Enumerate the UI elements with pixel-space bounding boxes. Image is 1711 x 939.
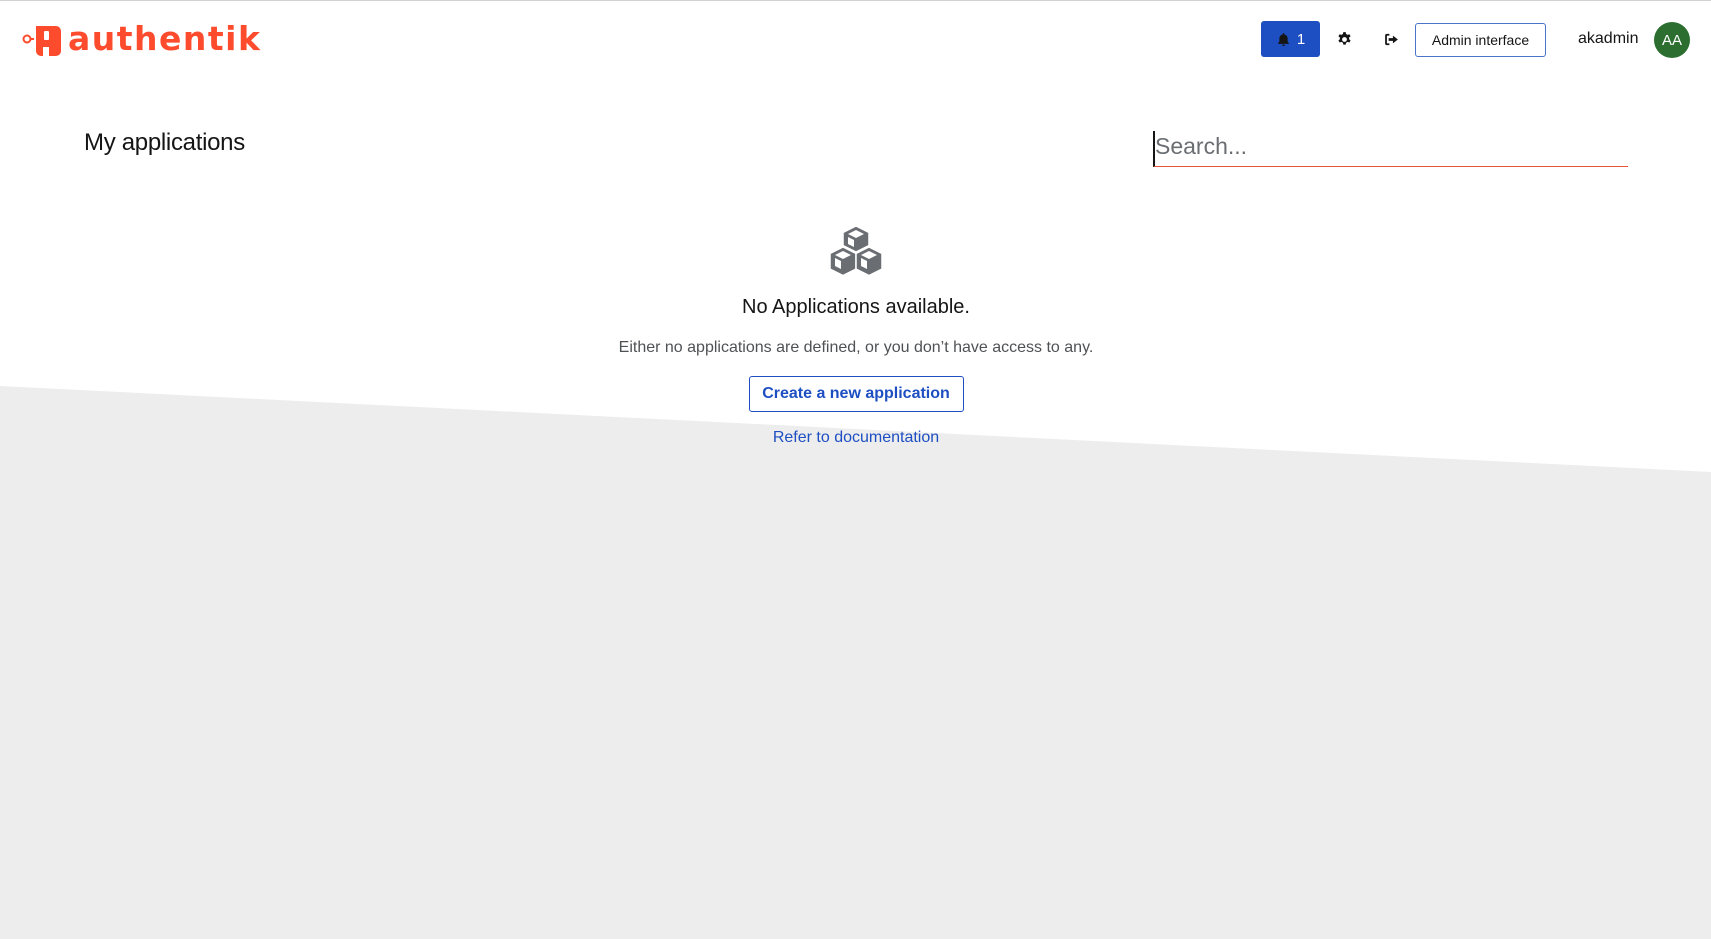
admin-interface-button[interactable]: Admin interface <box>1415 23 1546 57</box>
page-title: My applications <box>84 129 245 156</box>
cubes-icon <box>829 225 883 277</box>
settings-button[interactable] <box>1332 27 1356 51</box>
logout-button[interactable] <box>1379 27 1403 51</box>
username-label: akadmin <box>1578 30 1639 47</box>
notifications-button[interactable]: 1 <box>1261 21 1320 57</box>
bell-icon <box>1277 32 1289 46</box>
empty-state-title: No Applications available. <box>742 296 970 318</box>
authentik-logo-icon <box>22 26 61 56</box>
sign-out-icon <box>1384 33 1398 45</box>
top-header: authentik 1 Admin interface akadmin AA <box>0 1 1711 79</box>
gear-icon <box>1337 31 1351 45</box>
documentation-link[interactable]: Refer to documentation <box>556 427 1156 449</box>
brand-logo-text: authentik <box>68 19 262 58</box>
create-application-button[interactable]: Create a new application <box>748 376 964 412</box>
empty-state-body: Either no applications are defined, or y… <box>618 339 1094 356</box>
search-input[interactable] <box>1153 131 1628 167</box>
empty-state: No Applications available. Either no app… <box>556 225 1156 449</box>
notifications-count: 1 <box>1296 30 1306 48</box>
page: authentik 1 Admin interface akadmin AA M… <box>0 0 1711 939</box>
brand-logo[interactable]: authentik <box>22 21 261 57</box>
avatar[interactable]: AA <box>1654 22 1690 58</box>
